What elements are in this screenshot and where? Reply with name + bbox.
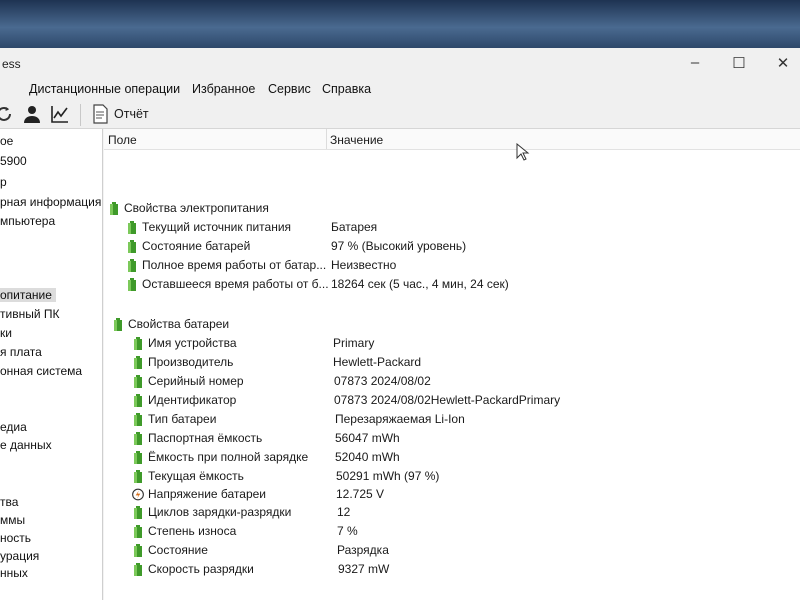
maximize-icon[interactable]: ☐ xyxy=(724,54,754,74)
sidebar-item-power-selected[interactable]: опитание xyxy=(0,288,56,302)
sidebar-item[interactable]: ки xyxy=(0,326,12,340)
property-value: 18264 сек (5 час., 4 мин, 24 сек) xyxy=(331,277,509,291)
property-name: Скорость разрядки xyxy=(148,562,254,576)
user-icon[interactable] xyxy=(22,104,42,124)
desktop-wallpaper xyxy=(0,0,800,50)
sidebar-item[interactable]: тва xyxy=(0,495,18,509)
property-name: Текущий источник питания xyxy=(142,220,292,234)
battery-icon xyxy=(134,563,142,576)
battery-icon xyxy=(134,451,142,464)
battery-icon xyxy=(128,259,136,272)
property-name: Циклов зарядки-разрядки xyxy=(148,505,292,519)
property-value: Разрядка xyxy=(337,543,389,557)
toolbar: Отчёт xyxy=(0,100,800,129)
battery-icon xyxy=(134,470,142,483)
battery-icon xyxy=(110,202,118,215)
property-value: 52040 mWh xyxy=(335,450,400,464)
property-name: Напряжение батареи xyxy=(148,487,267,501)
menu-service[interactable]: Сервис xyxy=(268,82,311,96)
property-value: 50291 mWh (97 %) xyxy=(336,469,440,483)
property-value: 12.725 V xyxy=(336,487,385,501)
sidebar-tree: ое 5900 р рная информация мпьютера опита… xyxy=(0,129,103,600)
property-value: 7 % xyxy=(337,524,358,538)
property-name: Степень износа xyxy=(148,524,237,538)
property-name: Тип батареи xyxy=(148,412,217,426)
property-value: Hewlett-Packard xyxy=(333,355,422,369)
battery-icon xyxy=(134,394,142,407)
sidebar-item[interactable]: 5900 xyxy=(0,154,27,168)
battery-icon xyxy=(134,413,142,426)
voltage-icon xyxy=(132,488,144,501)
property-name: Текущая ёмкость xyxy=(148,469,244,483)
menu-favorites[interactable]: Избранное xyxy=(192,82,255,96)
minimize-icon[interactable]: – xyxy=(680,54,710,74)
property-value: 07873 2024/08/02Hewlett-PackardPrimary xyxy=(334,393,561,407)
group-title: Свойства электропитания xyxy=(124,201,269,215)
property-value: Перезаряжаемая Li-Ion xyxy=(335,412,465,426)
app-window: ess – ☐ ✕ Дистанционные операции Избранн… xyxy=(0,48,800,600)
sidebar-item[interactable]: тивный ПК xyxy=(0,307,59,321)
property-name: Состояние батарей xyxy=(142,239,251,253)
sidebar-item[interactable]: я плата xyxy=(0,345,42,359)
column-value-header[interactable]: Значение xyxy=(330,133,383,147)
property-name: Ёмкость при полной зарядке xyxy=(148,450,309,464)
menu-help[interactable]: Справка xyxy=(322,82,371,96)
property-value: Неизвестно xyxy=(331,258,397,272)
battery-icon xyxy=(134,432,142,445)
battery-icon xyxy=(134,525,142,538)
refresh-icon[interactable] xyxy=(0,104,14,124)
property-value: 97 % (Высокий уровень) xyxy=(331,239,467,253)
report-icon[interactable] xyxy=(90,104,110,124)
window-title: ess xyxy=(2,57,21,71)
mouse-cursor-icon xyxy=(516,143,530,161)
sidebar-item[interactable]: е данных xyxy=(0,438,52,452)
title-bar[interactable]: ess – ☐ ✕ xyxy=(0,48,800,80)
details-list: Поле Значение Свойства электропитания Тек… xyxy=(104,129,800,600)
property-value: 12 xyxy=(337,505,351,519)
property-value: 56047 mWh xyxy=(335,431,400,445)
sidebar-item[interactable]: ое xyxy=(0,134,13,148)
battery-icon xyxy=(128,240,136,253)
column-divider[interactable] xyxy=(326,129,327,149)
close-icon[interactable]: ✕ xyxy=(768,54,798,74)
sidebar-item[interactable]: онная система xyxy=(0,364,82,378)
sidebar-item[interactable]: р xyxy=(0,175,7,189)
battery-icon xyxy=(134,375,142,388)
property-value: Primary xyxy=(333,336,375,350)
battery-icon xyxy=(128,221,136,234)
sidebar-item[interactable]: едиа xyxy=(0,420,27,434)
property-name: Имя устройства xyxy=(148,336,237,350)
property-name: Идентификатор xyxy=(148,393,237,407)
battery-icon xyxy=(134,544,142,557)
chart-icon[interactable] xyxy=(50,104,70,124)
column-field-header[interactable]: Поле xyxy=(108,133,137,147)
battery-icon xyxy=(134,337,142,350)
property-name: Паспортная ёмкость xyxy=(148,431,263,445)
column-header: Поле Значение xyxy=(104,129,800,150)
battery-icon xyxy=(128,278,136,291)
report-button[interactable]: Отчёт xyxy=(114,107,149,121)
sidebar-item[interactable]: урация xyxy=(0,549,39,563)
battery-icon xyxy=(134,356,142,369)
sidebar-item[interactable]: рная информация xyxy=(0,195,101,209)
property-name: Оставшееся время работы от б... xyxy=(142,277,329,291)
property-value: 07873 2024/08/02 xyxy=(334,374,431,388)
battery-icon xyxy=(134,506,142,519)
group-title: Свойства батареи xyxy=(128,317,230,331)
property-name: Производитель xyxy=(148,355,234,369)
property-name: Состояние xyxy=(148,543,208,557)
property-value: Батарея xyxy=(331,220,378,234)
battery-icon xyxy=(114,318,122,331)
menu-remote-operations[interactable]: Дистанционные операции xyxy=(29,82,180,96)
toolbar-separator xyxy=(80,104,81,126)
sidebar-item[interactable]: ность xyxy=(0,531,31,545)
property-value: 9327 mW xyxy=(338,562,390,576)
menu-bar: Дистанционные операции Избранное Сервис … xyxy=(0,80,800,100)
property-name: Серийный номер xyxy=(148,374,244,388)
sidebar-item[interactable]: мпьютера xyxy=(0,214,55,228)
sidebar-item[interactable]: ммы xyxy=(0,513,25,527)
sidebar-item[interactable]: нных xyxy=(0,566,28,580)
property-name: Полное время работы от батар... xyxy=(142,258,327,272)
